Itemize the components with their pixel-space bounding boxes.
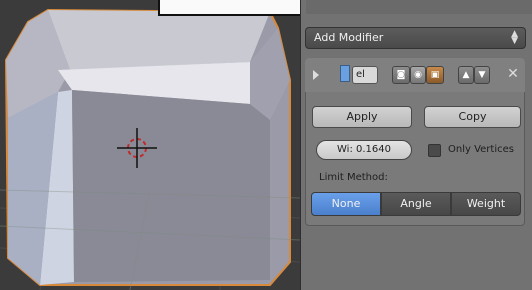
move-up-button[interactable]: ▲	[458, 66, 474, 84]
add-modifier-dropdown[interactable]: Add Modifier ▲ ▼	[305, 27, 526, 49]
only-vertices-label: Only Vertices	[448, 144, 514, 155]
viewport-toggle-button[interactable]: ◉	[410, 66, 426, 84]
move-down-button[interactable]: ▼	[474, 66, 490, 84]
render-toggle-button[interactable]: ◙	[392, 66, 410, 84]
3d-viewport[interactable]	[0, 0, 300, 290]
viewport-overlay-box	[158, 0, 300, 16]
limit-method-none-button[interactable]: None	[311, 192, 381, 216]
dropdown-arrows-icon: ▲ ▼	[511, 29, 518, 46]
bevel-modifier-icon	[340, 65, 350, 82]
viewport-scene	[0, 8, 300, 290]
arrow-up-icon: ▲	[462, 70, 470, 80]
eye-icon: ◉	[414, 70, 422, 80]
modifier-name-field[interactable]: el	[352, 66, 378, 84]
camera-icon: ◙	[396, 70, 406, 80]
editmode-icon: ▣	[430, 70, 440, 80]
panel-header-strip	[306, 0, 532, 14]
remove-modifier-close-icon[interactable]: ✕	[506, 64, 520, 84]
limit-method-angle-button[interactable]: Angle	[381, 192, 451, 216]
limit-method-weight-button[interactable]: Weight	[451, 192, 521, 216]
add-modifier-label: Add Modifier	[314, 31, 384, 44]
editmode-toggle-button[interactable]: ▣	[426, 66, 444, 84]
copy-button[interactable]: Copy	[424, 106, 521, 128]
width-number-field[interactable]: Wi: 0.1640	[316, 140, 412, 160]
arrow-down-icon: ▼	[478, 70, 486, 80]
limit-method-label: Limit Method:	[319, 172, 388, 183]
collapse-triangle-icon[interactable]	[313, 70, 319, 80]
apply-button[interactable]: Apply	[312, 106, 412, 128]
only-vertices-checkbox[interactable]	[428, 144, 441, 157]
